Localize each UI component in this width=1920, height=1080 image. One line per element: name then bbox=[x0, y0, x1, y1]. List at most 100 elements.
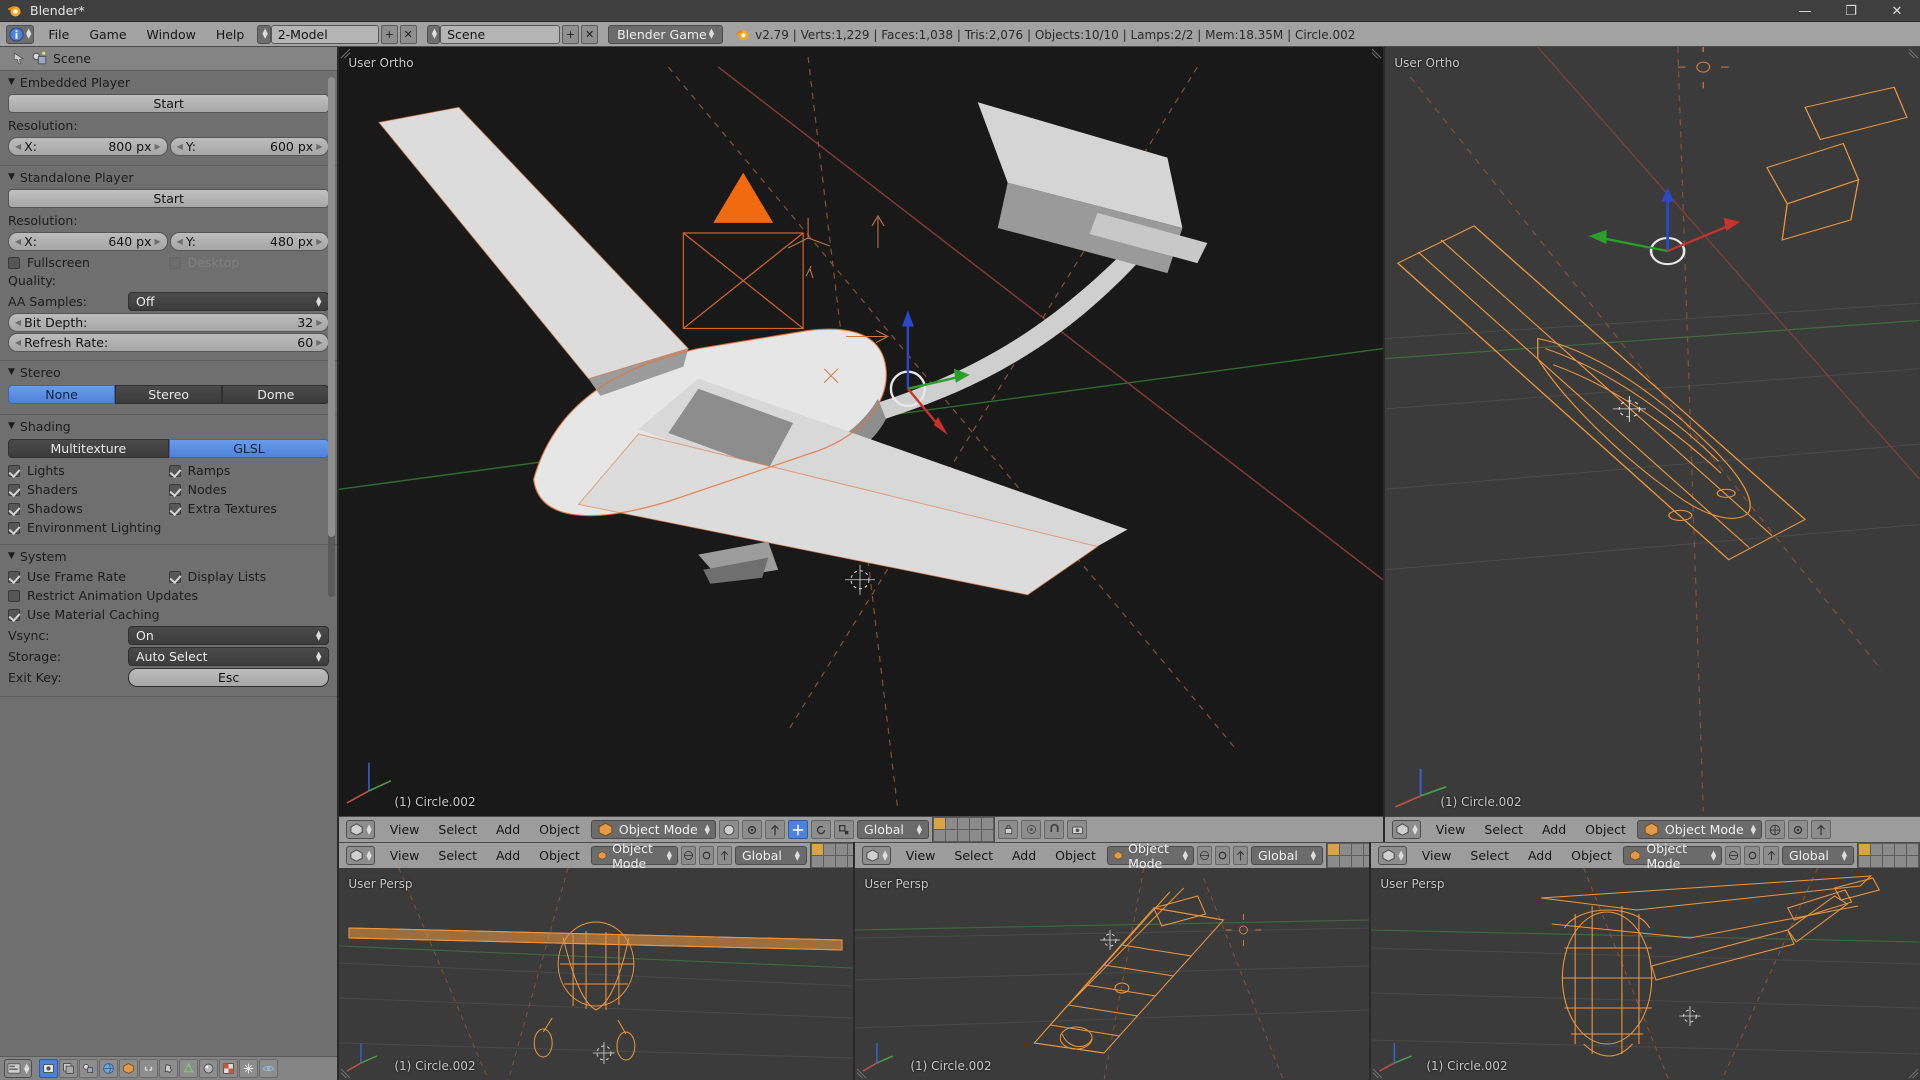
b1-menu-object[interactable]: Object bbox=[531, 843, 588, 868]
b1-transform-orientation-selector[interactable]: Global ▲ ▼ bbox=[735, 846, 807, 865]
panel-header-stereo[interactable]: ▼ Stereo bbox=[8, 361, 329, 383]
viewport-resize-handle-icon[interactable] bbox=[1371, 48, 1382, 59]
system-check-restrict-animation-updates[interactable]: Restrict Animation Updates bbox=[8, 586, 198, 605]
standalone-resolution-x[interactable]: ◀ X: 640 px ▶ bbox=[8, 232, 168, 251]
right-interaction-mode-selector[interactable]: Object Mode ▲ ▼ bbox=[1636, 820, 1763, 839]
right-editor-type-selector[interactable]: ▲ ▼ bbox=[1392, 820, 1421, 839]
vsync-dropdown[interactable]: On ▲ ▼ bbox=[128, 626, 330, 645]
nodes-checkbox[interactable] bbox=[168, 483, 181, 496]
standalone-resolution-y[interactable]: ◀ Y: 480 px ▶ bbox=[169, 232, 330, 251]
panel-header-shading[interactable]: ▼ Shading bbox=[8, 415, 329, 437]
extra-textures-checkbox[interactable] bbox=[168, 502, 181, 515]
embedded-resolution-y[interactable]: ◀ Y: 600 px ▶ bbox=[169, 137, 330, 156]
viewport-right[interactable]: User Ortho (1) Circle.002 bbox=[1385, 47, 1920, 816]
right-menu-add[interactable]: Add bbox=[1534, 817, 1574, 842]
pin-icon[interactable] bbox=[10, 50, 27, 67]
shading-check-shadows[interactable]: Shadows bbox=[8, 499, 169, 518]
rotate-manipulator-button[interactable] bbox=[811, 820, 832, 839]
b1-manipulator-button[interactable] bbox=[717, 846, 732, 865]
b3-menu-object[interactable]: Object bbox=[1563, 843, 1620, 868]
increment-arrow-icon[interactable]: ▶ bbox=[316, 237, 322, 246]
b3-menu-view[interactable]: View bbox=[1414, 843, 1460, 868]
shading-check-extra-textures[interactable]: Extra Textures bbox=[168, 499, 330, 518]
b3-scene-layers-grid[interactable] bbox=[1857, 843, 1920, 868]
render-layers-tab-icon[interactable] bbox=[59, 1059, 79, 1078]
main-menu-select[interactable]: Select bbox=[430, 817, 485, 842]
increment-arrow-icon[interactable]: ▶ bbox=[155, 237, 161, 246]
main-menu-add[interactable]: Add bbox=[488, 817, 528, 842]
viewport-bottom-3[interactable]: User Persp (1) Circle.002 bbox=[1371, 868, 1920, 1080]
b1-interaction-mode-selector[interactable]: Object Mode ▲ ▼ bbox=[590, 843, 678, 868]
fullscreen-checkbox[interactable] bbox=[8, 256, 20, 269]
b2-menu-view[interactable]: View bbox=[898, 843, 944, 868]
delete-scene-button[interactable]: ✕ bbox=[581, 24, 599, 44]
viewport-resize-handle-icon[interactable] bbox=[340, 1068, 351, 1079]
shading-check-nodes[interactable]: Nodes bbox=[168, 480, 330, 499]
embedded-player-start-button[interactable]: Start bbox=[8, 94, 330, 113]
constraints-tab-icon[interactable] bbox=[139, 1059, 159, 1078]
right-menu-view[interactable]: View bbox=[1428, 817, 1474, 842]
minimize-button[interactable]: — bbox=[1782, 0, 1828, 22]
decrement-arrow-icon[interactable]: ◀ bbox=[15, 338, 21, 347]
proportional-edit-button[interactable] bbox=[1021, 820, 1042, 839]
stereo-option-dome[interactable]: Dome bbox=[222, 385, 330, 404]
scene-name-field[interactable]: Scene bbox=[440, 24, 561, 44]
b2-transform-orientation-selector[interactable]: Global ▲ ▼ bbox=[1251, 846, 1323, 865]
fullscreen-checkbox-row[interactable]: Fullscreen bbox=[8, 253, 169, 272]
b3-interaction-mode-selector[interactable]: Object Mode ▲ ▼ bbox=[1622, 843, 1723, 868]
use-frame-rate-checkbox[interactable] bbox=[8, 570, 20, 583]
viewport-resize-handle-icon[interactable] bbox=[340, 48, 351, 59]
shading-check-environment-lighting[interactable]: Environment Lighting bbox=[8, 518, 169, 537]
shaders-checkbox[interactable] bbox=[8, 483, 20, 496]
lock-scene-button[interactable] bbox=[998, 820, 1019, 839]
stereo-option-stereo[interactable]: Stereo bbox=[115, 385, 223, 404]
particles-tab-icon[interactable] bbox=[239, 1059, 259, 1078]
add-screen-layout-button[interactable]: + bbox=[380, 24, 398, 44]
render-preview-button[interactable] bbox=[1067, 820, 1088, 839]
b1-shading-button[interactable] bbox=[681, 846, 696, 865]
decrement-arrow-icon[interactable]: ◀ bbox=[15, 318, 21, 327]
b1-menu-view[interactable]: View bbox=[382, 843, 428, 868]
b2-menu-add[interactable]: Add bbox=[1004, 843, 1044, 868]
scale-manipulator-button[interactable] bbox=[834, 820, 855, 839]
menu-window[interactable]: Window bbox=[137, 22, 206, 47]
b3-pivot-button[interactable] bbox=[1744, 846, 1761, 865]
bit-depth-field[interactable]: ◀ Bit Depth: 32 ▶ bbox=[8, 313, 330, 332]
transform-orientation-selector[interactable]: Global ▲ ▼ bbox=[857, 820, 930, 839]
shading-check-shaders[interactable]: Shaders bbox=[8, 480, 169, 499]
storage-dropdown[interactable]: Auto Select ▲ ▼ bbox=[128, 647, 330, 666]
texture-tab-icon[interactable] bbox=[219, 1059, 239, 1078]
b2-interaction-mode-selector[interactable]: Object Mode ▲ ▼ bbox=[1106, 843, 1194, 868]
properties-scrollbar-thumb[interactable] bbox=[328, 77, 336, 537]
b1-menu-select[interactable]: Select bbox=[430, 843, 485, 868]
b3-menu-add[interactable]: Add bbox=[1520, 843, 1560, 868]
b3-menu-select[interactable]: Select bbox=[1462, 843, 1517, 868]
world-tab-icon[interactable] bbox=[99, 1059, 119, 1078]
b2-editor-type-selector[interactable]: ▲ ▼ bbox=[862, 846, 891, 865]
b2-menu-object[interactable]: Object bbox=[1047, 843, 1104, 868]
scene-layers-grid[interactable] bbox=[932, 817, 996, 842]
display-lists-checkbox[interactable] bbox=[168, 570, 181, 583]
increment-arrow-icon[interactable]: ▶ bbox=[316, 338, 322, 347]
shading-option-multitexture[interactable]: Multitexture bbox=[8, 439, 169, 458]
render-tab-icon[interactable] bbox=[39, 1059, 59, 1078]
object-tab-icon[interactable] bbox=[119, 1059, 139, 1078]
b1-menu-add[interactable]: Add bbox=[488, 843, 528, 868]
exit-key-field[interactable]: Esc bbox=[128, 668, 330, 687]
ramps-checkbox[interactable] bbox=[168, 464, 181, 477]
physics-tab-icon[interactable] bbox=[259, 1059, 279, 1078]
properties-scroll-region[interactable]: ▼ Embedded Player Start Resolution: ◀ X:… bbox=[0, 71, 338, 1056]
screen-layout-name[interactable]: 2-Model bbox=[270, 24, 379, 44]
panel-header-standalone-player[interactable]: ▼ Standalone Player bbox=[8, 166, 329, 188]
b2-scene-layers-grid[interactable] bbox=[1326, 843, 1370, 868]
environment-lighting-checkbox[interactable] bbox=[8, 521, 20, 534]
pivot-point-button[interactable] bbox=[742, 820, 763, 839]
viewport-resize-handle-icon[interactable] bbox=[1908, 1068, 1919, 1079]
translate-manipulator-button[interactable] bbox=[788, 820, 809, 839]
viewport-bottom-1[interactable]: User Persp (1) Circle.002 bbox=[339, 868, 854, 1080]
close-button[interactable]: ✕ bbox=[1874, 0, 1920, 22]
viewport-resize-handle-icon[interactable] bbox=[1908, 48, 1919, 59]
editor-type-selector[interactable]: ▲ ▼ bbox=[6, 24, 35, 44]
properties-editor-type-selector[interactable]: ▲ ▼ bbox=[4, 1059, 33, 1078]
shading-option-glsl[interactable]: GLSL bbox=[168, 439, 330, 458]
